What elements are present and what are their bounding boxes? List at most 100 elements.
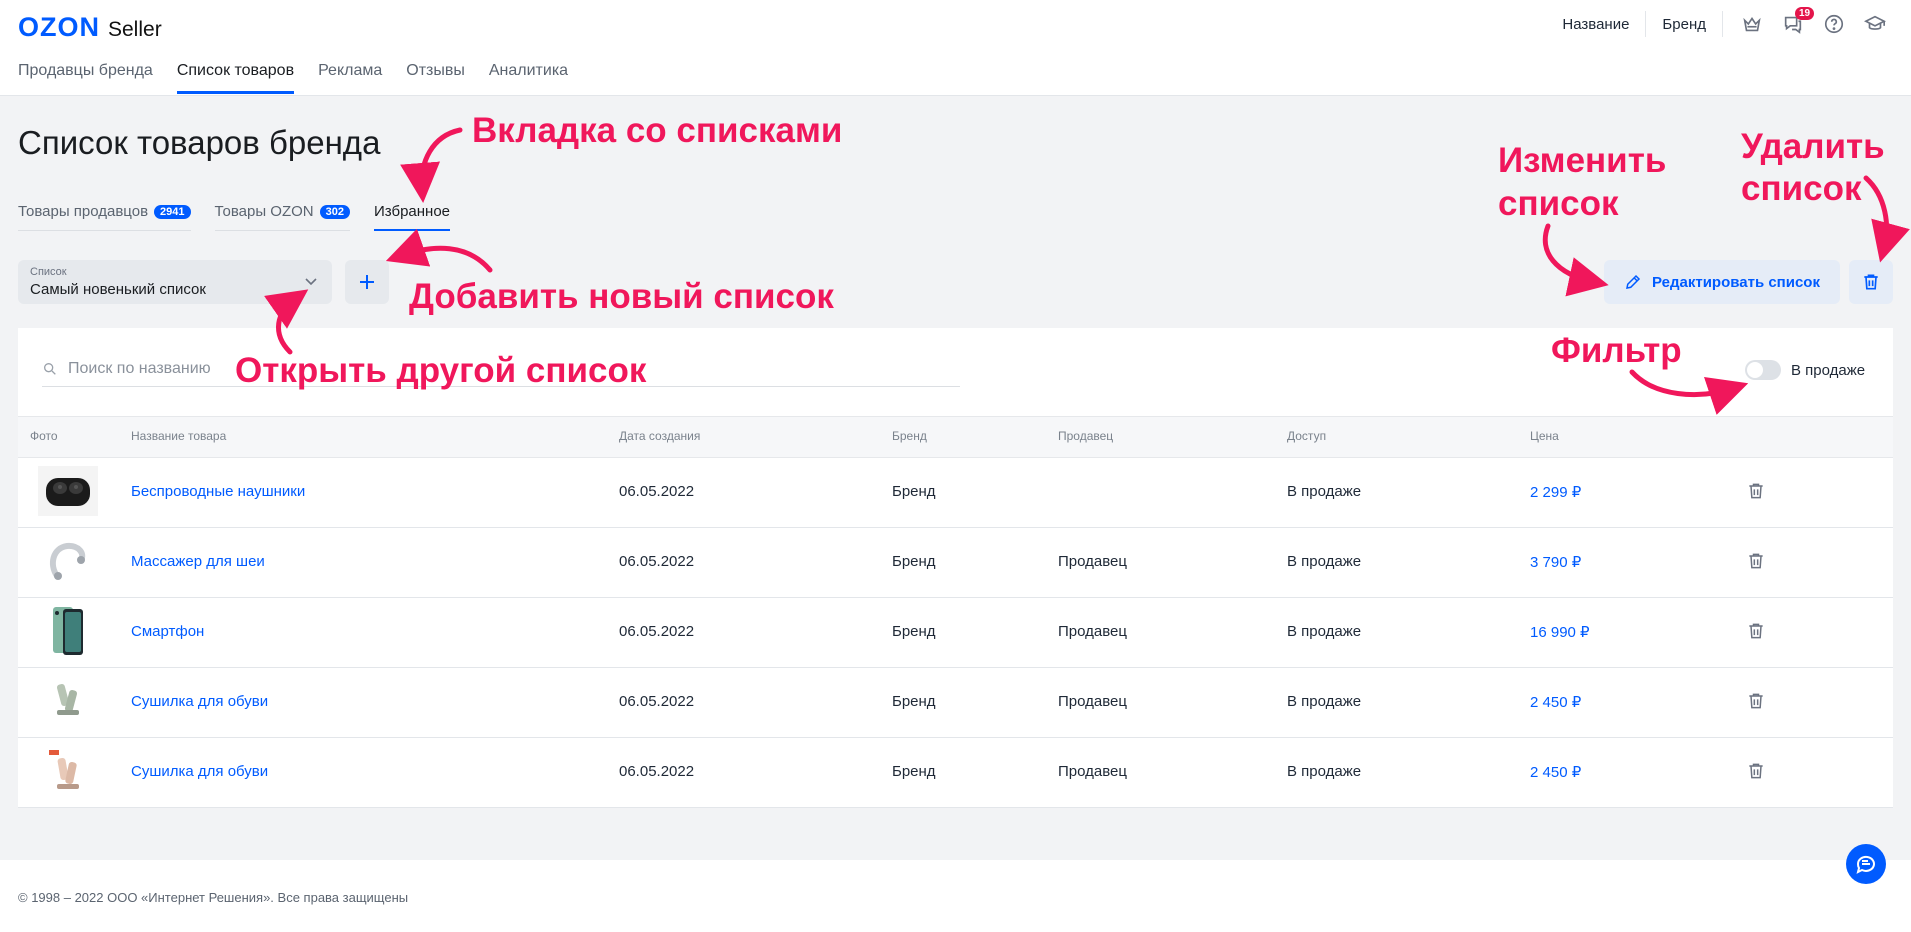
product-name-link[interactable]: Сушилка для обуви bbox=[131, 763, 268, 780]
col-price[interactable]: Цена bbox=[1530, 429, 1559, 443]
chat-icon bbox=[1856, 855, 1875, 874]
top-bar: OZON Seller Продавцы бренда Список товар… bbox=[0, 0, 1911, 96]
nav-products-list[interactable]: Список товаров bbox=[176, 62, 295, 94]
list-select-label: Список bbox=[30, 266, 67, 278]
pencil-icon bbox=[1626, 274, 1641, 289]
plus-icon bbox=[360, 275, 374, 289]
product-seller: Продавец bbox=[1058, 693, 1127, 710]
page-title: Список товаров бренда bbox=[18, 124, 381, 161]
on-sale-filter: В продаже bbox=[1745, 360, 1865, 380]
notifications-badge: 19 bbox=[1795, 7, 1815, 20]
graduation-cap-icon[interactable] bbox=[1863, 12, 1887, 36]
product-photo-earbuds[interactable] bbox=[38, 465, 98, 517]
header-actions: Название Бренд 19 bbox=[1546, 7, 1887, 38]
nav-brand-sellers[interactable]: Продавцы бренда bbox=[18, 62, 153, 94]
product-photo-smartphone[interactable] bbox=[38, 605, 98, 657]
table-header: Фото Название товара Дата создания Бренд… bbox=[18, 416, 1893, 458]
product-price[interactable]: 2 299 ₽ bbox=[1530, 483, 1581, 501]
product-seller: Продавец bbox=[1058, 763, 1127, 780]
col-access[interactable]: Доступ bbox=[1287, 429, 1326, 443]
arrow-to-add-button bbox=[385, 228, 493, 273]
on-sale-toggle[interactable] bbox=[1745, 360, 1781, 380]
product-price[interactable]: 2 450 ₽ bbox=[1530, 763, 1581, 781]
toggle-knob bbox=[1747, 362, 1763, 378]
col-date[interactable]: Дата создания bbox=[619, 429, 700, 443]
product-photo-neck-massager[interactable] bbox=[38, 535, 98, 587]
footer: © 1998 – 2022 ООО «Интернет Решения». Вс… bbox=[0, 860, 1911, 932]
list-select-value: Самый новенький список bbox=[30, 281, 206, 298]
product-brand: Бренд bbox=[892, 623, 936, 640]
product-date: 06.05.2022 bbox=[619, 623, 695, 640]
header-link-brand[interactable]: Бренд bbox=[1646, 16, 1722, 33]
product-seller: Продавец bbox=[1058, 623, 1127, 640]
product-photo-shoe-dryer-2[interactable] bbox=[38, 745, 98, 797]
logo-product: Seller bbox=[108, 18, 162, 41]
chevron-down-icon bbox=[304, 274, 318, 293]
trash-icon bbox=[1864, 274, 1878, 290]
product-brand: Бренд bbox=[892, 693, 936, 710]
annotation-tabs-hint: Вкладка со списками bbox=[472, 111, 843, 150]
product-date: 06.05.2022 bbox=[619, 553, 695, 570]
arrow-to-delete-button bbox=[1863, 175, 1910, 263]
table-row[interactable]: Массажер для шеи 06.05.2022 Бренд Продав… bbox=[18, 527, 1893, 598]
list-select[interactable]: Список Самый новенький список bbox=[18, 260, 332, 304]
table-row[interactable]: Сушилка для обуви 06.05.2022 Бренд Прода… bbox=[18, 667, 1893, 738]
product-date: 06.05.2022 bbox=[619, 483, 695, 500]
edit-list-button[interactable]: Редактировать список bbox=[1604, 260, 1840, 304]
table-row[interactable]: Беспроводные наушники 06.05.2022 Бренд В… bbox=[18, 457, 1893, 528]
support-chat-button[interactable] bbox=[1846, 844, 1886, 884]
logo-brand: OZON bbox=[18, 12, 100, 42]
main-nav: Продавцы бренда Список товаров Реклама О… bbox=[18, 62, 568, 94]
products-card: В продаже Фото Название товара Дата созд… bbox=[18, 328, 1893, 808]
product-price[interactable]: 3 790 ₽ bbox=[1530, 553, 1581, 571]
trash-icon[interactable] bbox=[1746, 761, 1766, 786]
annotation-edit-hint-line1: Изменить bbox=[1498, 141, 1667, 180]
product-price[interactable]: 2 450 ₽ bbox=[1530, 693, 1581, 711]
product-brand: Бренд bbox=[892, 553, 936, 570]
nav-ads[interactable]: Реклама bbox=[318, 62, 382, 94]
product-name-link[interactable]: Беспроводные наушники bbox=[131, 483, 305, 500]
col-name[interactable]: Название товара bbox=[131, 429, 226, 443]
nav-analytics[interactable]: Аналитика bbox=[489, 62, 568, 94]
product-name-link[interactable]: Массажер для шеи bbox=[131, 553, 265, 570]
chat-bubbles-icon[interactable]: 19 bbox=[1781, 7, 1815, 36]
annotation-open-hint: Открыть другой список bbox=[235, 351, 647, 390]
table-row[interactable]: Сушилка для обуви 06.05.2022 Бренд Прода… bbox=[18, 737, 1893, 808]
header-divider bbox=[1722, 11, 1723, 37]
arrow-to-edit-button bbox=[1542, 223, 1609, 297]
product-price[interactable]: 16 990 ₽ bbox=[1530, 623, 1590, 641]
copyright-text: © 1998 – 2022 ООО «Интернет Решения». Вс… bbox=[18, 890, 409, 905]
ozon-seller-logo[interactable]: OZON Seller bbox=[18, 12, 162, 43]
tab-label: Товары продавцов bbox=[18, 203, 149, 220]
tab-count-badge: 2941 bbox=[154, 204, 191, 219]
col-photo: Фото bbox=[30, 429, 58, 443]
product-access: В продаже bbox=[1287, 553, 1362, 570]
product-name-link[interactable]: Смартфон bbox=[131, 623, 204, 640]
product-photo-shoe-dryer[interactable] bbox=[38, 675, 98, 727]
nav-reviews[interactable]: Отзывы bbox=[406, 62, 465, 94]
product-name-link[interactable]: Сушилка для обуви bbox=[131, 693, 268, 710]
product-brand: Бренд bbox=[892, 483, 936, 500]
trash-icon[interactable] bbox=[1746, 481, 1766, 506]
table-row[interactable]: Смартфон 06.05.2022 Бренд Продавец В про… bbox=[18, 597, 1893, 668]
annotation-add-hint: Добавить новый список bbox=[409, 277, 834, 316]
product-access: В продаже bbox=[1287, 623, 1362, 640]
col-brand[interactable]: Бренд bbox=[892, 429, 927, 443]
tab-seller-products[interactable]: Товары продавцов 2941 bbox=[18, 203, 191, 231]
delete-list-button[interactable] bbox=[1849, 260, 1893, 304]
tab-label: Избранное bbox=[374, 203, 451, 220]
trash-icon[interactable] bbox=[1746, 551, 1766, 576]
trash-icon[interactable] bbox=[1746, 691, 1766, 716]
col-seller[interactable]: Продавец bbox=[1058, 429, 1113, 443]
tab-count-badge: 302 bbox=[319, 204, 350, 219]
header-link-name[interactable]: Название bbox=[1546, 16, 1645, 33]
trash-icon[interactable] bbox=[1746, 621, 1766, 646]
crown-icon[interactable] bbox=[1740, 12, 1764, 36]
add-list-button[interactable] bbox=[345, 260, 389, 304]
help-icon[interactable] bbox=[1822, 12, 1846, 36]
tab-label: Товары OZON bbox=[214, 203, 314, 220]
product-access: В продаже bbox=[1287, 693, 1362, 710]
tab-ozon-products[interactable]: Товары OZON 302 bbox=[214, 203, 350, 231]
tab-favorites[interactable]: Избранное bbox=[374, 203, 451, 231]
annotation-delete-hint-line2: список bbox=[1741, 169, 1862, 208]
